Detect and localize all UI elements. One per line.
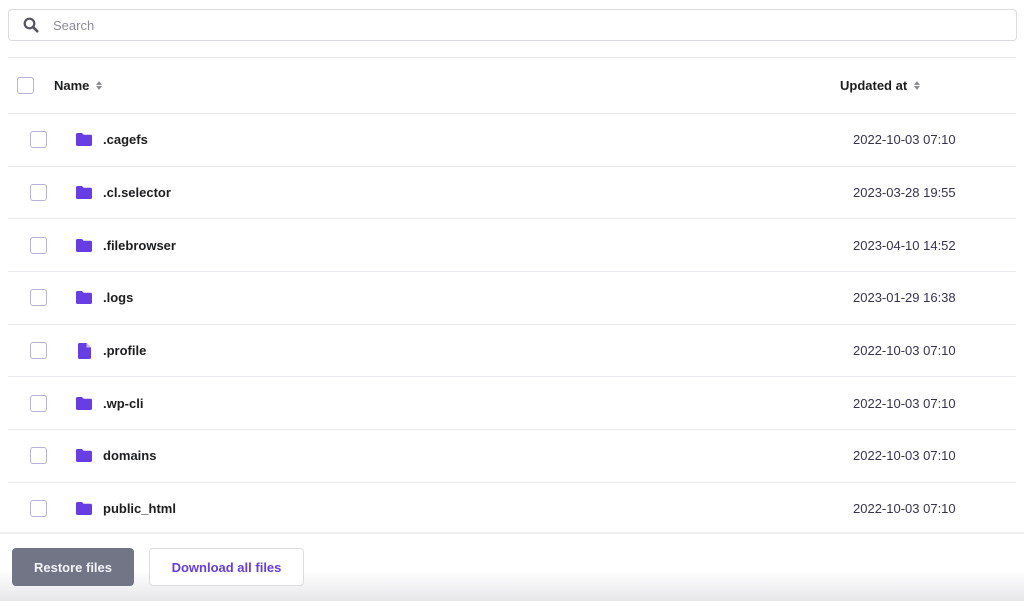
updated-at: 2022-10-03 07:10 — [853, 501, 956, 517]
restore-files-button[interactable]: Restore files — [12, 548, 134, 586]
updated-at: 2022-10-03 07:10 — [853, 343, 956, 359]
file-icon — [76, 342, 92, 359]
folder-icon — [76, 186, 92, 200]
updated-at: 2023-03-28 19:55 — [853, 185, 956, 201]
updated-at: 2022-10-03 07:10 — [853, 395, 956, 411]
row-checkbox[interactable] — [30, 394, 47, 412]
file-name[interactable]: .wp-cli — [103, 396, 143, 411]
column-updated-label: Updated at — [840, 78, 908, 93]
table-row[interactable]: .logs 2023-01-29 16:38 — [8, 271, 1016, 324]
search-icon — [9, 17, 53, 33]
table-row[interactable]: .filebrowser 2023-04-10 14:52 — [8, 218, 1016, 271]
column-name-label: Name — [54, 78, 90, 93]
row-checkbox[interactable] — [30, 342, 47, 360]
folder-icon — [76, 449, 92, 463]
column-header-updated-at[interactable]: Updated at — [840, 78, 921, 93]
updated-at: 2022-10-03 07:10 — [853, 448, 956, 464]
updated-at: 2022-10-03 07:10 — [853, 132, 956, 148]
table-row[interactable]: .cl.selector 2023-03-28 19:55 — [8, 165, 1016, 219]
table-row[interactable]: .wp-cli 2022-10-03 07:10 — [8, 376, 1016, 429]
file-name[interactable]: .cagefs — [103, 132, 148, 147]
file-name[interactable]: domains — [103, 448, 156, 463]
download-all-files-button[interactable]: Download all files — [149, 548, 304, 586]
folder-icon — [76, 133, 92, 147]
table-header: Name Updated at — [8, 57, 1016, 113]
row-checkbox[interactable] — [30, 236, 47, 254]
row-checkbox[interactable] — [30, 500, 47, 518]
sort-icon — [96, 81, 103, 90]
search-input[interactable] — [53, 10, 1016, 40]
folder-icon — [76, 291, 92, 305]
table-row[interactable]: .profile 2022-10-03 07:10 — [8, 323, 1016, 377]
file-name[interactable]: .profile — [103, 343, 146, 358]
table-row[interactable]: .cagefs 2022-10-03 07:10 — [8, 113, 1016, 166]
search-bar[interactable] — [8, 9, 1017, 41]
select-all-checkbox[interactable] — [17, 77, 34, 94]
updated-at: 2023-04-10 14:52 — [853, 237, 956, 253]
table-row[interactable]: public_html 2022-10-03 07:10 — [8, 481, 1016, 535]
file-table: Name Updated at .cagefs 2022-10-03 07:10.… — [8, 57, 1016, 535]
file-name[interactable]: .filebrowser — [103, 238, 176, 253]
row-checkbox[interactable] — [30, 289, 47, 307]
folder-icon — [76, 396, 92, 410]
folder-icon — [76, 238, 92, 252]
row-checkbox[interactable] — [30, 184, 47, 202]
footer-divider — [0, 532, 1024, 534]
row-checkbox[interactable] — [30, 447, 47, 465]
updated-at: 2023-01-29 16:38 — [853, 290, 956, 306]
sort-icon — [914, 81, 921, 90]
row-checkbox[interactable] — [30, 131, 47, 149]
column-header-name[interactable]: Name — [54, 78, 103, 93]
folder-icon — [76, 502, 92, 516]
file-name[interactable]: .cl.selector — [103, 185, 171, 200]
file-name[interactable]: .logs — [103, 290, 133, 305]
file-name[interactable]: public_html — [103, 501, 176, 516]
table-row[interactable]: domains 2022-10-03 07:10 — [8, 429, 1016, 482]
